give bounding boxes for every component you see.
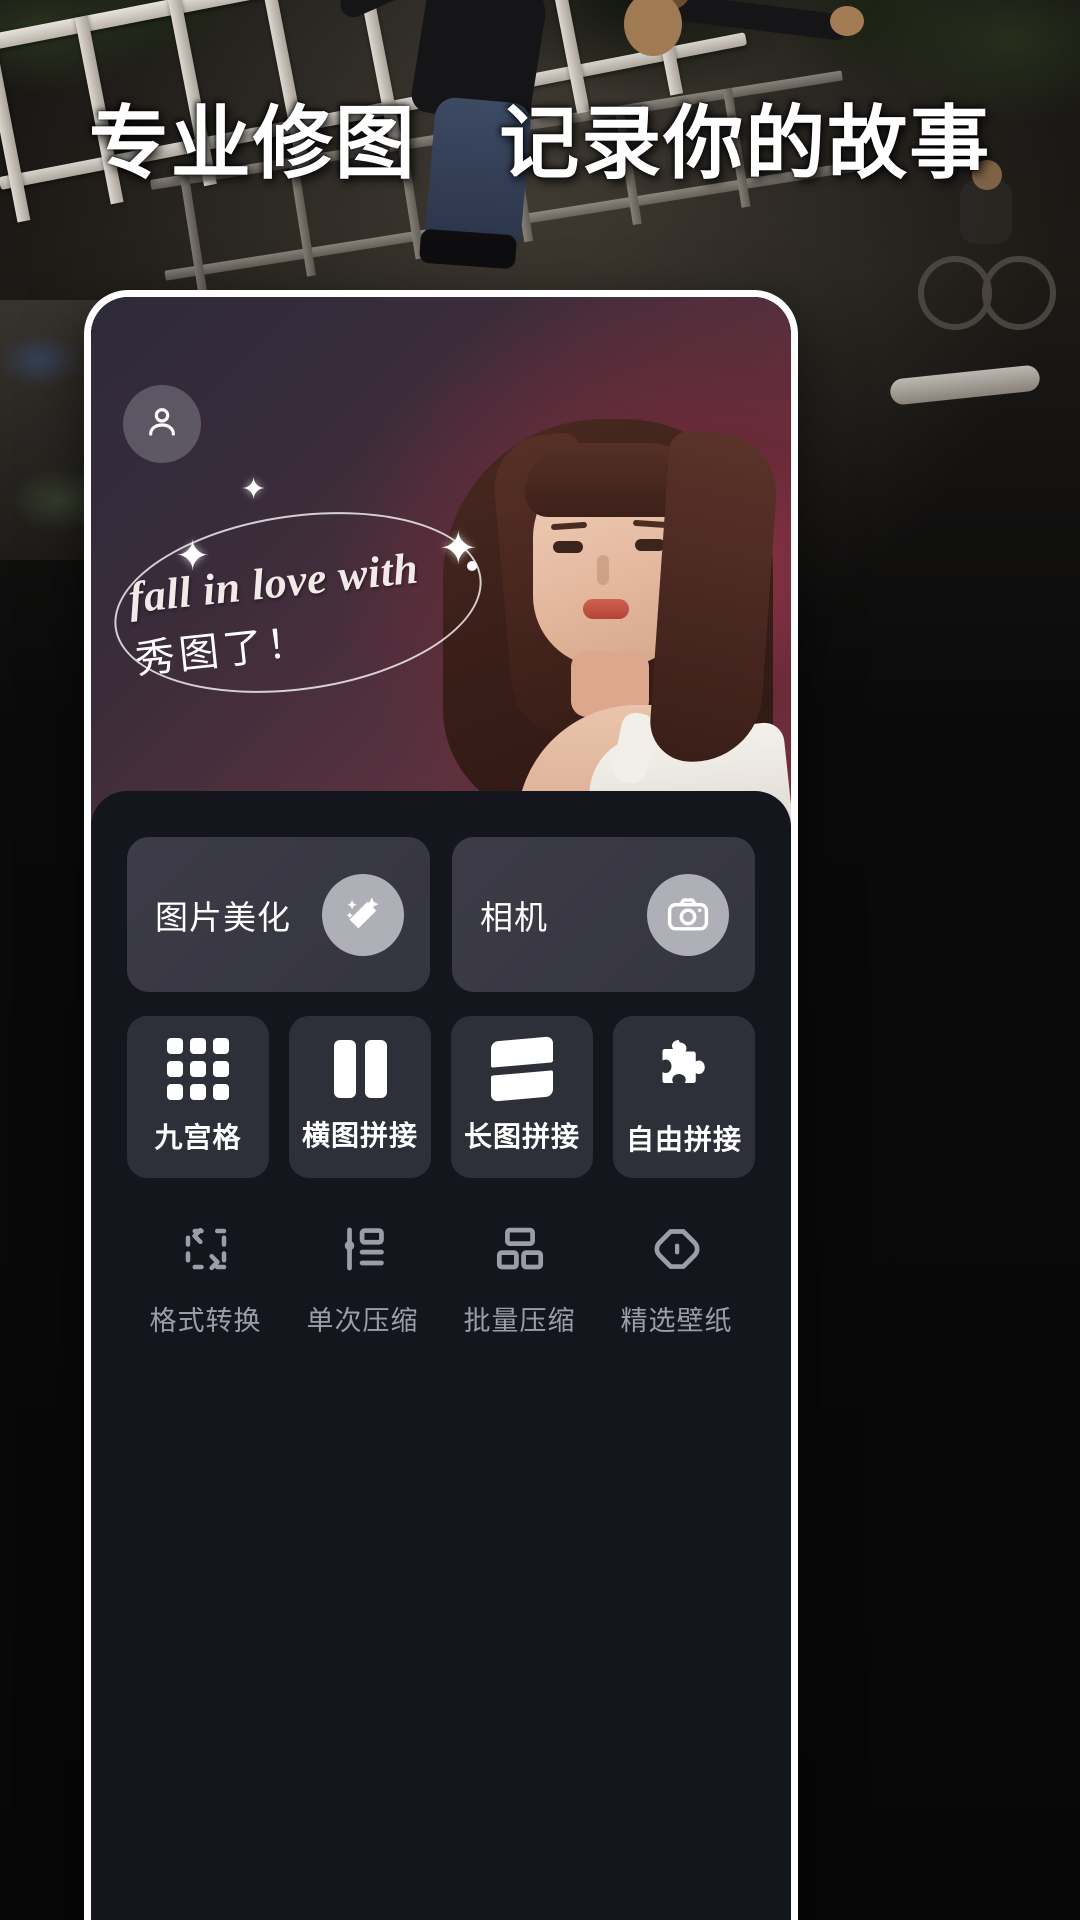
content-sheet: 图片美化 相机 九宫格 横图拼接 长图拼接 自由拼接 格式转换 单次压缩 批量压… (91, 791, 791, 1920)
batch-layout-icon (493, 1222, 547, 1281)
profile-button[interactable] (123, 385, 201, 463)
tile-label: 九宫格 (154, 1122, 242, 1153)
ellipse-dot (467, 561, 477, 571)
convert-refresh-icon (179, 1222, 233, 1281)
mini-label: 精选壁纸 (620, 1306, 733, 1336)
tile-label: 长图拼接 (463, 1121, 580, 1152)
tile-horizontal-stitch[interactable]: 横图拼接 (289, 1016, 431, 1178)
wallpaper-diamond-icon (650, 1222, 704, 1281)
tile-label: 自由拼接 (625, 1123, 742, 1155)
slider-compress-icon (336, 1222, 390, 1281)
poster-headline: 专业修图 记录你的故事 (0, 104, 1080, 184)
phone-mockup: ✦ ✦ ✦ fall in love with 秀图了！ 图片美化 相机 九宫格… (84, 290, 798, 1920)
camera-label: 相机 (480, 898, 548, 936)
magic-wand-icon (322, 873, 404, 956)
mini-single-compress[interactable]: 单次压缩 (284, 1222, 441, 1338)
camera-button[interactable]: 相机 (452, 837, 755, 992)
camera-icon (647, 873, 729, 956)
background-cyclist (912, 160, 1062, 350)
mini-format-convert[interactable]: 格式转换 (127, 1222, 284, 1338)
beautify-button[interactable]: 图片美化 (127, 837, 430, 992)
beautify-label: 图片美化 (155, 898, 291, 936)
mini-label: 单次压缩 (306, 1306, 419, 1336)
horizontal-split-icon (491, 1036, 553, 1102)
phone-screen: ✦ ✦ ✦ fall in love with 秀图了！ 图片美化 相机 九宫格… (91, 297, 791, 1920)
skateboard (889, 364, 1041, 406)
mini-wallpaper[interactable]: 精选壁纸 (598, 1222, 755, 1338)
headline-right: 记录你的故事 (499, 99, 992, 188)
two-vertical-bars-icon (333, 1040, 387, 1098)
tile-long-stitch[interactable]: 长图拼接 (451, 1016, 593, 1178)
mini-batch-compress[interactable]: 批量压缩 (441, 1222, 598, 1338)
slogan-badge: fall in love with 秀图了！ (102, 490, 494, 715)
headline-left: 专业修图 (88, 99, 417, 188)
collage-tools-row: 九宫格 横图拼接 长图拼接 自由拼接 (127, 1016, 755, 1178)
tile-free-stitch[interactable]: 自由拼接 (613, 1016, 755, 1178)
mini-label: 批量压缩 (463, 1306, 576, 1336)
tile-nine-grid[interactable]: 九宫格 (127, 1016, 269, 1178)
grid-3x3-icon (167, 1038, 229, 1100)
person-icon (142, 402, 182, 447)
hero-banner: ✦ ✦ ✦ fall in love with 秀图了！ (91, 297, 791, 862)
puzzle-piece-icon (653, 1037, 715, 1102)
mini-label: 格式转换 (149, 1306, 262, 1336)
sparkle-icon: ✦ (241, 473, 267, 506)
tile-label: 横图拼接 (301, 1120, 418, 1151)
utility-tools-row: 格式转换 单次压缩 批量压缩 精选壁纸 (127, 1222, 755, 1338)
primary-actions-row: 图片美化 相机 (127, 837, 755, 992)
